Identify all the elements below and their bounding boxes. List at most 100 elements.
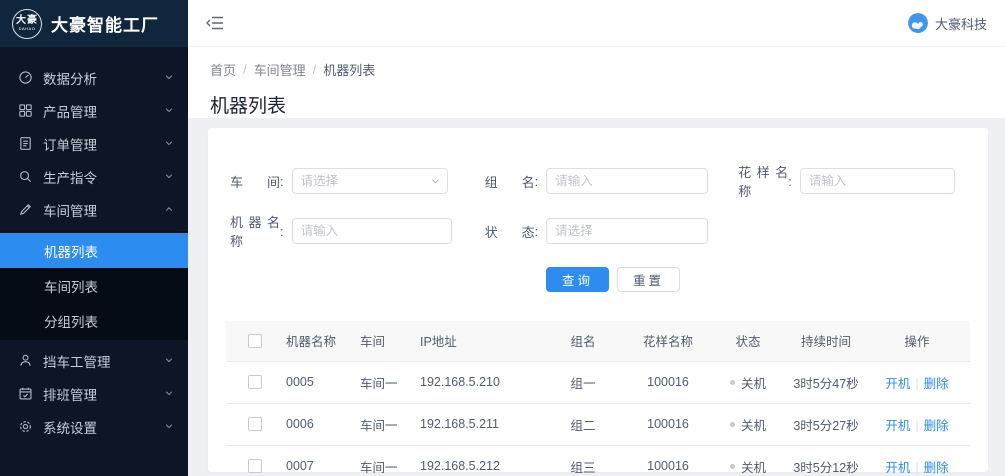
group-name-field [546, 168, 708, 194]
reset-button[interactable]: 重置 [617, 267, 680, 292]
sidebar-subitem-workshop-list[interactable]: 车间列表 [0, 268, 188, 303]
brand-logo-icon: 大豪 DAHAO [12, 9, 42, 39]
status-select-input[interactable] [546, 218, 708, 244]
sidebar-item-label: 生产指令 [43, 167, 164, 187]
table-row: 0006 车间一 192.168.5.211 组二 100016 关机 3时5分… [226, 403, 970, 445]
user-avatar [908, 13, 928, 33]
row-checkbox[interactable] [248, 417, 262, 431]
person-icon [17, 353, 33, 369]
sidebar-item-label: 系统设置 [43, 417, 164, 437]
machine-name-field [292, 218, 452, 244]
chevron-down-icon [164, 353, 174, 368]
cell-ip: 192.168.5.212 [418, 445, 538, 476]
main-area: 大豪科技 首页 / 车间管理 / 机器列表 机器列表 车间: [188, 0, 1005, 476]
workshop-select[interactable] [292, 168, 448, 194]
col-group: 组名 [538, 321, 628, 361]
chevron-down-icon [164, 419, 174, 434]
brand-title: 大豪智能工厂 [51, 11, 159, 36]
chevron-down-icon [164, 103, 174, 118]
sidebar-item-label: 排班管理 [43, 384, 164, 404]
delete-link[interactable]: 删除 [924, 419, 949, 433]
gear-icon [17, 419, 33, 435]
breadcrumb-current: 机器列表 [323, 60, 375, 79]
breadcrumb: 首页 / 车间管理 / 机器列表 [210, 60, 983, 79]
status-dot-icon [730, 422, 735, 427]
sidebar: 大豪 DAHAO 大豪智能工厂 数据分析 产品管理 [0, 0, 188, 476]
workshop-select-input[interactable] [292, 168, 448, 194]
table-row: 0005 车间一 192.168.5.210 组一 100016 关机 3时5分… [226, 361, 970, 403]
delete-link[interactable]: 删除 [924, 377, 949, 391]
workshop-label: 车间: [230, 172, 284, 191]
sidebar-item-workshop-mgmt[interactable]: 车间管理 [0, 193, 188, 226]
breadcrumb-home[interactable]: 首页 [210, 60, 236, 79]
status-badge: 关机 [710, 373, 786, 392]
sidebar-item-schedule-mgmt[interactable]: 排班管理 [0, 377, 188, 410]
delete-link[interactable]: 删除 [924, 461, 949, 475]
cell-pattern: 100016 [628, 403, 708, 445]
group-name-label: 组名: [485, 172, 539, 191]
sidebar-item-label: 订单管理 [43, 134, 164, 154]
sidebar-item-order-mgmt[interactable]: 订单管理 [0, 127, 188, 160]
sidebar-item-data-analysis[interactable]: 数据分析 [0, 61, 188, 94]
machine-name-input[interactable] [292, 218, 452, 244]
topbar: 大豪科技 [188, 0, 1005, 47]
table-row: 0007 车间一 192.168.5.212 组三 100016 关机 3时5分… [226, 445, 970, 476]
power-on-link[interactable]: 开机 [885, 377, 910, 391]
status-select[interactable] [546, 218, 708, 244]
select-all-checkbox[interactable] [248, 334, 262, 348]
page-header: 首页 / 车间管理 / 机器列表 机器列表 [188, 47, 1005, 118]
page-title: 机器列表 [210, 91, 983, 118]
status-dot-icon [730, 380, 735, 385]
col-status: 状态 [708, 321, 788, 361]
calendar-icon [17, 386, 33, 402]
row-checkbox[interactable] [248, 459, 262, 473]
search-button[interactable]: 查询 [546, 267, 609, 292]
cell-machine-name: 0005 [284, 361, 358, 403]
cell-group: 组三 [538, 445, 628, 476]
sidebar-subitem-machine-list[interactable]: 机器列表 [0, 233, 188, 268]
cell-group: 组二 [538, 403, 628, 445]
pattern-name-input[interactable] [800, 168, 955, 194]
user-menu[interactable]: 大豪科技 [908, 13, 987, 33]
sidebar-nav: 数据分析 产品管理 订单管理 生产 [0, 47, 188, 443]
pattern-name-field [800, 168, 955, 194]
sidebar-item-label: 数据分析 [43, 68, 164, 88]
user-name: 大豪科技 [935, 14, 987, 33]
col-machine-name: 机器名称 [284, 321, 358, 361]
cell-pattern: 100016 [628, 361, 708, 403]
machine-list-card: 车间: 组名: 花 [208, 128, 988, 472]
group-name-input[interactable] [546, 168, 708, 194]
sidebar-item-operator-mgmt[interactable]: 挡车工管理 [0, 344, 188, 377]
chevron-down-icon [164, 70, 174, 85]
sidebar-item-label: 挡车工管理 [43, 351, 164, 371]
col-pattern: 花样名称 [628, 321, 708, 361]
search-icon [17, 169, 33, 185]
sidebar-item-production-order[interactable]: 生产指令 [0, 160, 188, 193]
cell-duration: 3时5分47秒 [788, 361, 864, 403]
col-actions: 操作 [864, 321, 970, 361]
breadcrumb-separator: / [313, 62, 317, 77]
sidebar-subitem-group-list[interactable]: 分组列表 [0, 303, 188, 338]
app-window: 大豪 DAHAO 大豪智能工厂 数据分析 产品管理 [0, 0, 1005, 476]
sidebar-item-product-mgmt[interactable]: 产品管理 [0, 94, 188, 127]
pen-icon [17, 202, 33, 218]
sidebar-item-system-settings[interactable]: 系统设置 [0, 410, 188, 443]
power-on-link[interactable]: 开机 [885, 461, 910, 475]
status-label: 状态: [485, 222, 539, 241]
power-on-link[interactable]: 开机 [885, 419, 910, 433]
order-icon [17, 136, 33, 152]
action-separator: | [915, 419, 918, 433]
cell-group: 组一 [538, 361, 628, 403]
chevron-down-icon [164, 136, 174, 151]
gauge-icon [17, 70, 33, 86]
cell-ip: 192.168.5.210 [418, 361, 538, 403]
content-area: 车间: 组名: 花 [188, 118, 1005, 476]
breadcrumb-workshop-mgmt[interactable]: 车间管理 [254, 60, 306, 79]
collapse-sidebar-icon[interactable] [206, 14, 228, 32]
col-duration: 持续时间 [788, 321, 864, 361]
cell-machine-name: 0007 [284, 445, 358, 476]
logo-badge-zh: 大豪 [16, 16, 38, 26]
row-checkbox[interactable] [248, 375, 262, 389]
cell-ip: 192.168.5.211 [418, 403, 538, 445]
col-ip: IP地址 [418, 321, 538, 361]
